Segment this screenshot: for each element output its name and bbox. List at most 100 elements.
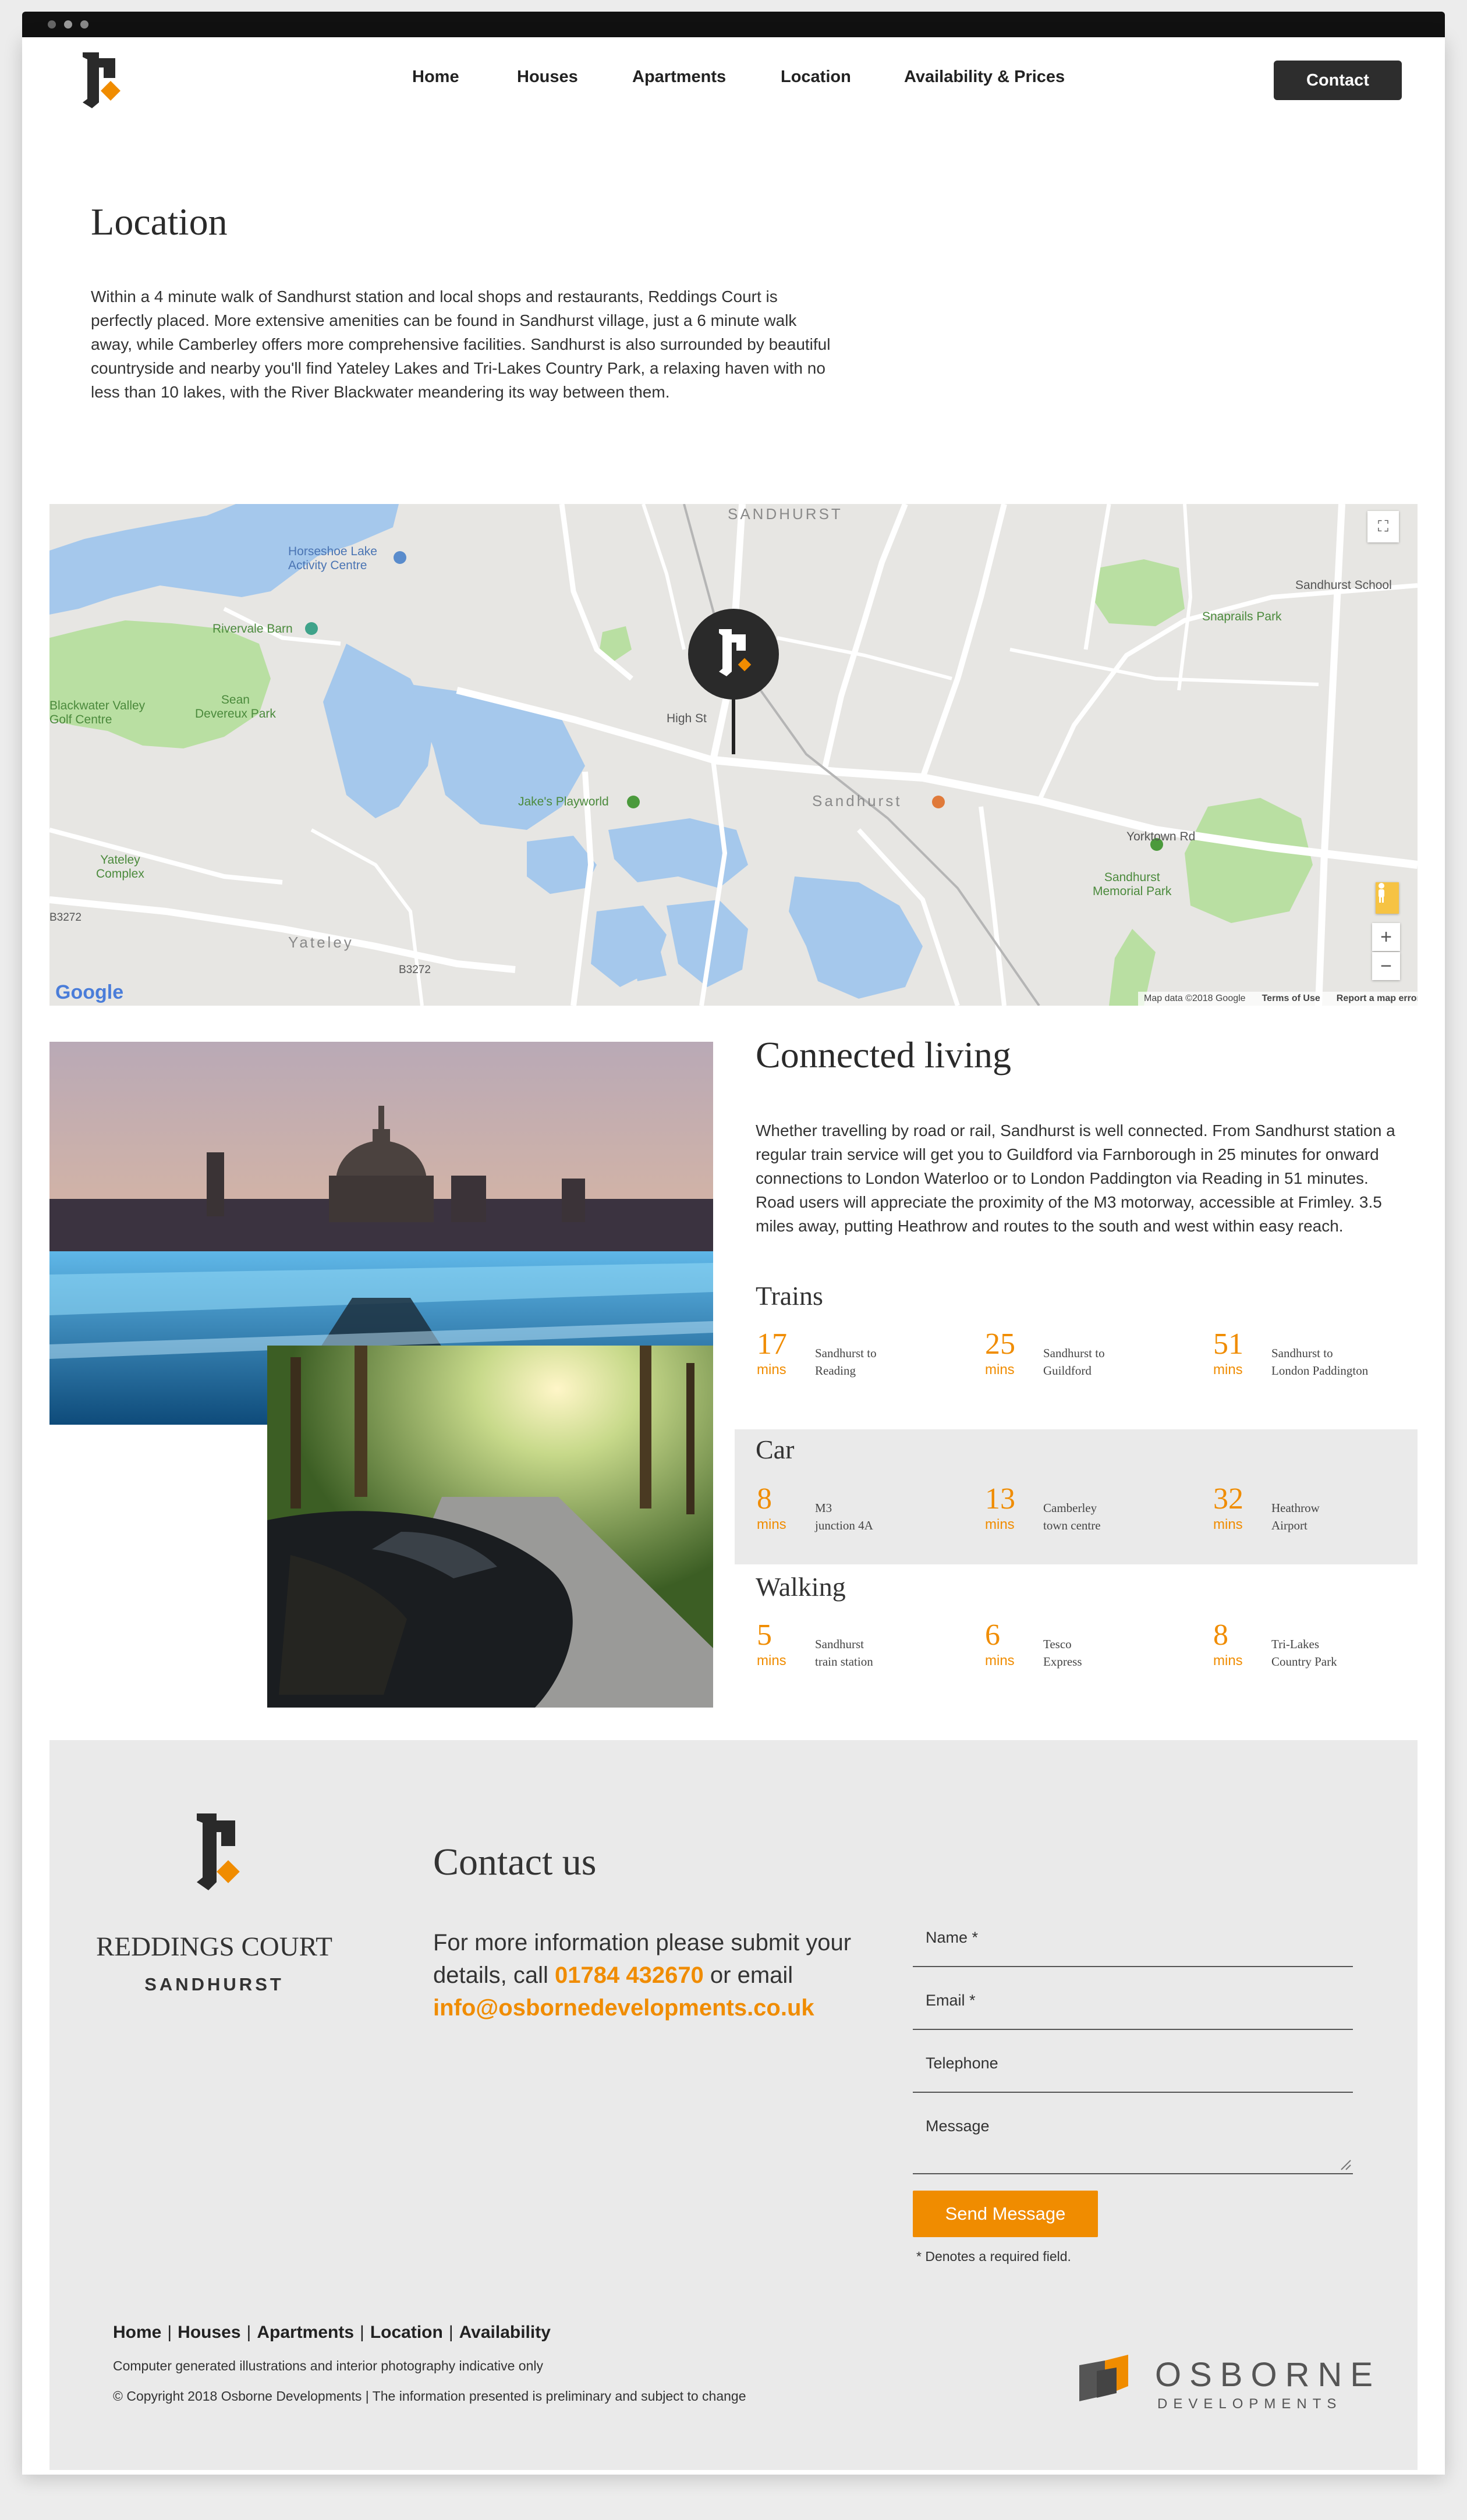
browser-chrome [22,12,1445,37]
footer-nav: Home | Houses | Apartments | Location | Availabi… [113,2323,551,2342]
window-dot-icon [64,20,72,29]
stat-description: Tri-Lakes Country Park [1271,1637,1337,1669]
map-label: Horseshoe Lake Activity Centre [288,545,377,572]
reddings-court-logo-icon [179,1808,249,1895]
stat-number: 5 [757,1619,772,1652]
nav-location[interactable]: Location [781,68,851,87]
stat-unit: mins [985,1517,1015,1532]
map-label: Sandhurst School [1295,578,1392,592]
nav-apartments[interactable]: Apartments [632,68,726,87]
stat-number: 32 [1213,1482,1243,1515]
map-label: High St [667,712,707,725]
zoom-out-button[interactable]: − [1372,952,1400,980]
email-field[interactable]: Email * [913,1972,1353,2030]
osborne-logo-icon [1076,2348,1140,2406]
stat-number: 17 [757,1328,787,1361]
map-data-credit: Map data ©2018 Google [1144,993,1246,1003]
fullscreen-icon[interactable]: ⛶ [1367,511,1399,542]
send-message-button[interactable]: Send Message [913,2191,1098,2237]
contact-title: Contact us [433,1841,597,1883]
footer-nav-home[interactable]: Home [113,2323,161,2342]
map-attribution: Map data ©2018 Google Terms of Use Repor… [1138,992,1418,1006]
stat-item: 25 mins Sandhurst to Guildford [985,1327,1206,1391]
stat-description: Sandhurst to Guildford [1043,1346,1105,1378]
footer-nav-separator: | [360,2323,364,2342]
report-map-error-link[interactable]: Report a map error [1337,993,1418,1004]
window-dot-icon [80,20,88,29]
footer-nav-separator: | [246,2323,251,2342]
footer-nav-separator: | [167,2323,172,2342]
stat-unit: mins [757,1517,786,1532]
stat-description: Sandhurst to Reading [815,1346,877,1378]
map-label: Snaprails Park [1202,610,1282,623]
map-label: SANDHURST [728,505,843,523]
footer-nav-houses[interactable]: Houses [178,2323,240,2342]
email-link[interactable]: info@osbornedevelopments.co.uk [433,1995,814,2021]
nav-availability-prices[interactable]: Availability & Prices [904,68,1065,87]
resize-handle-icon[interactable] [1339,2158,1352,2171]
page-title: Location [91,201,228,243]
terms-link[interactable]: Terms of Use [1262,993,1320,1004]
name-field-label: Name * [926,1929,979,1946]
stat-description: Sandhurst to London Paddington [1271,1346,1369,1378]
stat-unit: mins [1213,1362,1243,1378]
stat-number: 13 [985,1482,1015,1515]
brand-name: REDDINGS COURT [96,1932,332,1962]
disclaimer-text: Computer generated illustrations and int… [113,2358,543,2373]
stat-description: Camberley town centre [1043,1501,1101,1532]
map-label: B3272 [49,911,82,924]
contact-button[interactable]: Contact [1274,61,1402,100]
stat-unit: mins [985,1362,1015,1378]
stat-item: 8 mins M3 junction 4A [757,1482,978,1546]
window-dot-icon [48,20,56,29]
map-label: Jake's Playworld [518,795,609,808]
name-field[interactable]: Name * [913,1909,1353,1967]
map-label: Blackwater Valley Golf Centre [49,699,146,726]
car-title: Car [756,1435,795,1464]
email-field-label: Email * [926,1992,976,2009]
footer-nav-location[interactable]: Location [370,2323,443,2342]
street-view-pegman-icon[interactable] [1376,882,1399,914]
stat-number: 25 [985,1328,1015,1361]
stat-description: M3 junction 4A [815,1501,873,1532]
contact-text: For more information please submit your … [433,1926,893,2024]
stat-unit: mins [1213,1517,1243,1532]
map-label: Yateley Complex [96,853,144,881]
map-label: Sean Devereux Park [195,693,276,720]
page: Home Houses Apartments Location Availabi… [22,37,1445,2475]
map-label: Yorktown Rd [1126,830,1196,843]
message-field[interactable]: Message [913,2097,1353,2174]
contact-text-mid: or email [703,1962,793,1988]
stat-number: 6 [985,1619,1000,1652]
nav-houses[interactable]: Houses [517,68,578,87]
footer-nav-availability[interactable]: Availability [459,2323,551,2342]
reddings-logo-icon[interactable] [65,45,129,109]
stat-description: Heathrow Airport [1271,1501,1320,1532]
zoom-in-button[interactable]: + [1372,923,1400,951]
stat-item: 13 mins Camberley town centre [985,1482,1206,1546]
connected-text: Whether travelling by road or rail, Sand… [756,1121,1395,1235]
stat-item: 8 mins Tri-Lakes Country Park [1213,1618,1434,1682]
car-forest-road-photo [267,1346,713,1708]
stat-description: Sandhurst train station [815,1637,873,1669]
map-label: Sandhurst [812,792,902,810]
message-field-label: Message [926,2117,990,2135]
telephone-field-label: Telephone [926,2054,998,2072]
stat-unit: mins [1213,1653,1243,1669]
stat-number: 8 [1213,1619,1228,1652]
stat-number: 51 [1213,1328,1243,1361]
required-note: * Denotes a required field. [916,2249,1071,2264]
location-map[interactable]: SANDHURST Horseshoe Lake Activity Centre… [49,504,1418,1006]
location-intro: Within a 4 minute walk of Sandhurst stat… [91,288,831,401]
stat-description: Tesco Express [1043,1637,1082,1669]
nav-home[interactable]: Home [412,68,459,87]
google-logo: Google [55,981,124,1003]
stat-item: 5 mins Sandhurst train station [757,1618,978,1682]
stat-item: 6 mins Tesco Express [985,1618,1206,1682]
map-graphic [49,504,1418,1006]
copyright-text: © Copyright 2018 Osborne Developments | … [113,2388,746,2404]
footer-nav-apartments[interactable]: Apartments [257,2323,354,2342]
phone-link[interactable]: 01784 432670 [555,1962,704,1988]
telephone-field[interactable]: Telephone [913,2035,1353,2093]
connected-title: Connected living [756,1034,1012,1076]
